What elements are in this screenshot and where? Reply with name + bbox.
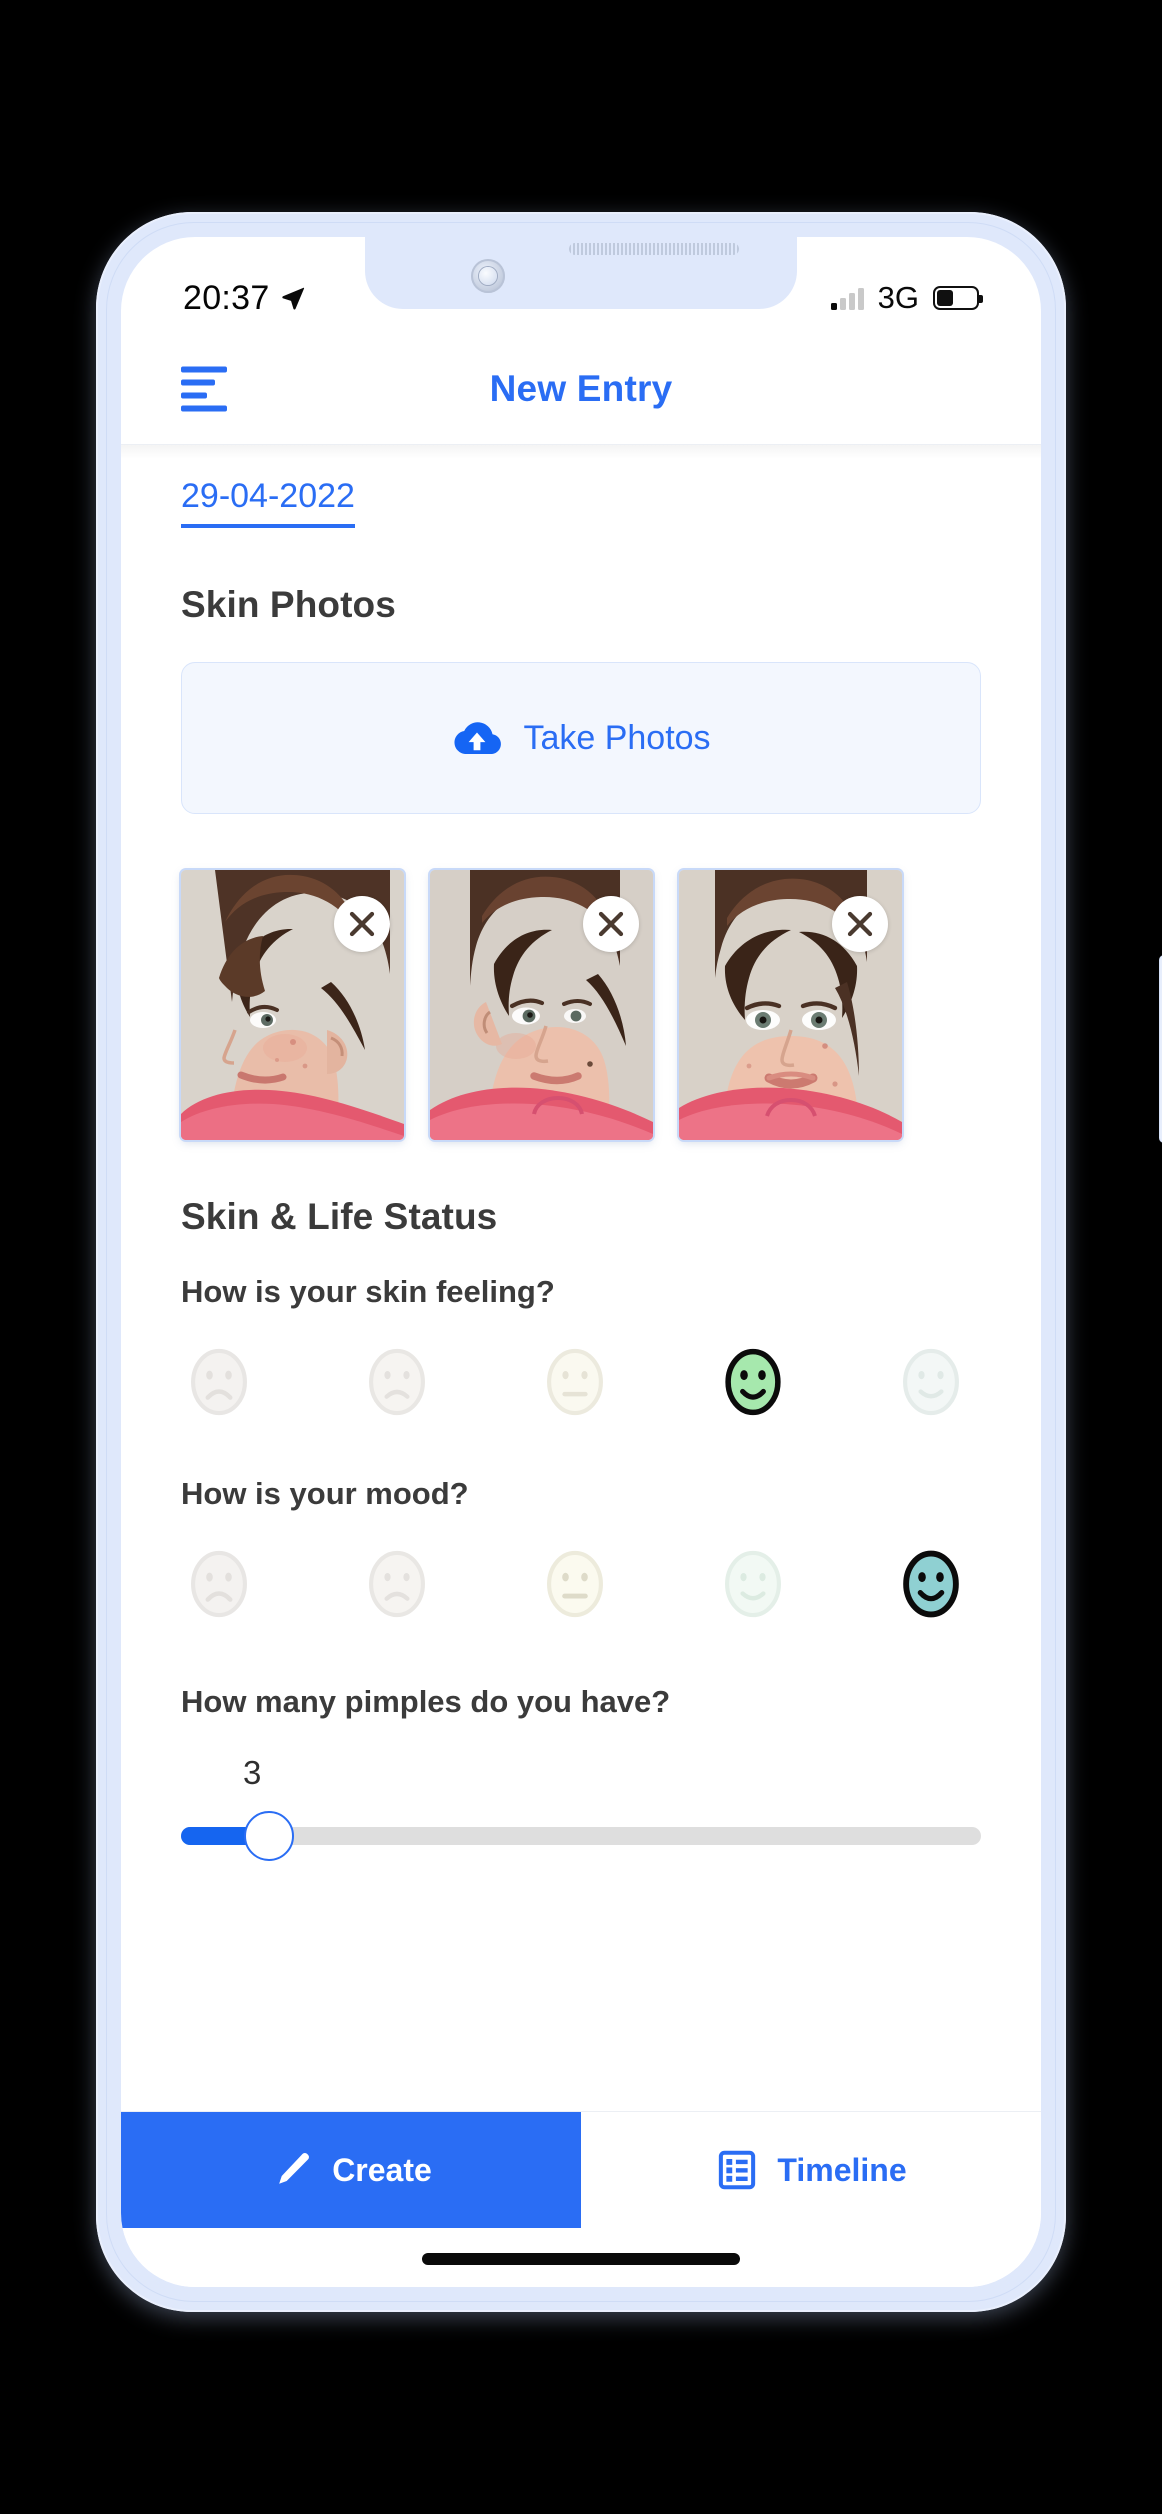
photo-thumbnail[interactable] <box>430 870 653 1141</box>
network-type-label: 3G <box>877 280 919 315</box>
cloud-upload-icon <box>454 722 502 755</box>
face-option-very-happy[interactable] <box>893 1344 969 1420</box>
status-bar-left: 20:37 <box>183 279 306 318</box>
tab-create[interactable]: Create <box>121 2112 581 2228</box>
pimples-question: How many pimples do you have? <box>181 1684 671 1720</box>
skin-feeling-question: How is your skin feeling? <box>181 1274 555 1310</box>
app-navbar: New Entry <box>121 333 1041 445</box>
close-icon <box>598 911 624 937</box>
slider-track[interactable] <box>181 1811 981 1862</box>
tab-timeline[interactable]: Timeline <box>581 2112 1041 2228</box>
mood-options <box>181 1546 981 1622</box>
pencil-icon <box>279 2153 310 2184</box>
face-option-neutral[interactable] <box>537 1546 613 1622</box>
location-arrow-icon <box>281 287 304 310</box>
screenshot-stage: 20:37 3G New Entry 29-04-2022 Skin Photo… <box>0 0 1162 2514</box>
skin-feeling-options <box>181 1344 981 1420</box>
face-option-very-sad[interactable] <box>181 1344 257 1420</box>
form-content-scroll[interactable]: 29-04-2022 Skin Photos Take Photos Skin … <box>121 445 1041 2111</box>
face-option-sad[interactable] <box>359 1344 435 1420</box>
remove-photo-button[interactable] <box>832 896 888 953</box>
page-title: New Entry <box>489 367 673 409</box>
status-time: 20:37 <box>183 278 270 317</box>
slider-thumb[interactable] <box>244 1811 294 1862</box>
battery-level-fill <box>937 290 953 306</box>
take-photos-button[interactable]: Take Photos <box>181 662 981 815</box>
phone-screen: 20:37 3G New Entry 29-04-2022 Skin Photo… <box>121 237 1041 2287</box>
pimples-value-label: 3 <box>243 1754 262 1792</box>
skin-photos-heading: Skin Photos <box>181 584 396 626</box>
mood-question: How is your mood? <box>181 1476 469 1512</box>
pimples-slider[interactable] <box>181 1808 981 1864</box>
close-icon <box>349 911 375 937</box>
skin-life-status-heading: Skin & Life Status <box>181 1196 498 1238</box>
bottom-tab-bar: Create Timeline <box>121 2111 1041 2287</box>
list-icon <box>719 2150 756 2190</box>
photo-thumbnail-row <box>181 870 981 1141</box>
face-option-happy[interactable] <box>715 1344 791 1420</box>
face-option-very-sad[interactable] <box>181 1546 257 1622</box>
tab-create-label: Create <box>332 2151 432 2188</box>
face-option-sad[interactable] <box>359 1546 435 1622</box>
status-bar-right: 3G <box>830 280 983 316</box>
close-icon <box>847 911 873 937</box>
home-indicator[interactable] <box>422 2253 740 2265</box>
remove-photo-button[interactable] <box>334 896 390 953</box>
take-photos-label: Take Photos <box>523 718 711 757</box>
photo-thumbnail[interactable] <box>181 870 404 1141</box>
status-bar: 20:37 3G <box>121 237 1041 333</box>
face-option-very-happy[interactable] <box>893 1546 969 1622</box>
battery-icon <box>933 286 983 310</box>
date-input[interactable]: 29-04-2022 <box>181 477 355 529</box>
hamburger-menu-icon[interactable] <box>181 366 237 411</box>
remove-photo-button[interactable] <box>583 896 639 953</box>
tab-timeline-label: Timeline <box>777 2151 907 2188</box>
face-option-happy[interactable] <box>715 1546 791 1622</box>
photo-thumbnail[interactable] <box>679 870 902 1141</box>
signal-bars-icon <box>830 286 864 310</box>
phone-frame: 20:37 3G New Entry 29-04-2022 Skin Photo… <box>96 212 1162 2312</box>
face-option-neutral[interactable] <box>537 1344 613 1420</box>
